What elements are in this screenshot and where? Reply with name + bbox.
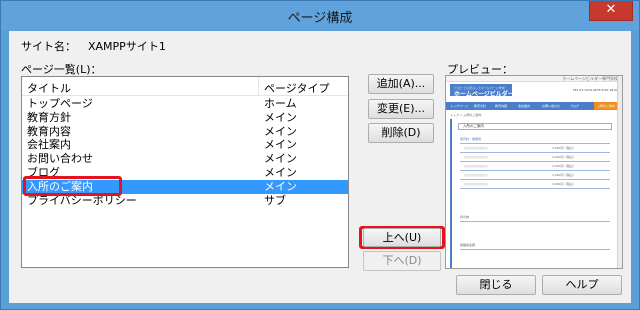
preview-table-cell: ○○○○○○○○○ [464, 155, 488, 159]
preview-nav: トップページ 教育方針 教育内容 会社案内 お問い合わせ ブログ 入所のご案内 [446, 102, 622, 110]
row-type: サブ [264, 193, 286, 207]
change-button[interactable]: 変更(E)... [368, 99, 434, 119]
row-type: メイン [264, 152, 297, 166]
table-row[interactable]: 教育内容 メイン [22, 125, 348, 139]
title-bar[interactable]: ページ構成 ✕ [1, 1, 639, 30]
preview-table-line [460, 143, 610, 144]
preview-table-cell: ○○○○○○○○○ [464, 182, 488, 186]
dialog-client-area: サイト名： XAMPPサイト1 ページ一覧(L)： タイトル ページタイプ トップ… [9, 31, 631, 303]
preview-breadcrumb: トップ > 入所のご案内 [450, 113, 482, 117]
preview-nav-item: お問い合わせ [542, 104, 561, 108]
preview-table-cell: ○○○○○○○○○ [464, 173, 488, 177]
help-button[interactable]: ヘルプ [542, 275, 622, 295]
row-type: メイン [264, 124, 297, 138]
preview-section-title: 持ち物 [460, 215, 470, 219]
row-title: 会社案内 [27, 138, 71, 152]
move-down-button[interactable]: 下へ(D) [363, 251, 441, 271]
preview-nav-item: 会社案内 [518, 104, 531, 108]
preview-table-line [460, 161, 610, 162]
site-name-row: サイト名： XAMPPサイト1 [21, 38, 166, 54]
table-row[interactable]: お問い合わせ メイン [22, 152, 348, 166]
preview-subheading: 保育料・諸費用 [460, 137, 482, 141]
row-type: メイン [264, 110, 297, 124]
row-title: 教育方針 [27, 110, 71, 124]
preview-nav-item: 教育方針 [474, 104, 487, 108]
preview-table-price: 3,000円（税込） [552, 164, 576, 168]
row-title: トップページ [27, 97, 93, 110]
preview-site-name: ホームページビルダー専門学校 [562, 76, 618, 81]
row-type: ホーム [264, 97, 297, 110]
preview-nav-item: トップページ [450, 104, 468, 108]
column-header-page-type[interactable]: ページタイプ [264, 80, 330, 96]
site-name-value: XAMPPサイト1 [88, 40, 166, 53]
row-title: 教育内容 [27, 124, 71, 138]
close-icon[interactable]: ✕ [589, 1, 633, 21]
page-structure-dialog: ページ構成 ✕ サイト名： XAMPPサイト1 ページ一覧(L)： タイトル ペー… [0, 0, 640, 310]
preview-table-cell: ○○○○○○○○○ [464, 164, 488, 168]
preview-heading: 入所のご案内 [458, 123, 612, 130]
column-header-title[interactable]: タイトル [27, 80, 71, 96]
preview-topbar: ホームページビルダー専門学校 [446, 76, 622, 82]
preview-content: 入所のご案内 保育料・諸費用 ○○○○○○○○○ 3,000円（税込） ○○○○… [450, 119, 612, 268]
preview-tel: TEL 03-1234-5678 9:00-18:00 [572, 88, 618, 92]
page-list[interactable]: タイトル ページタイプ トップページ ホーム 教育方針 メイン 教育内容 メイン 会社… [21, 76, 349, 268]
preview-table-price: 3,000円（税込） [552, 182, 576, 186]
column-divider[interactable] [258, 77, 259, 96]
row-title: お問い合わせ [27, 152, 93, 166]
preview-table-line [460, 188, 610, 189]
close-button[interactable]: 閉じる [456, 275, 536, 295]
preview-table-price: 3,000円（税込） [552, 146, 576, 150]
preview-section-title: 保護者会費 [460, 243, 476, 247]
preview-table-price: 3,000円（税込） [552, 155, 576, 159]
move-up-button[interactable]: 上へ(U) [363, 228, 441, 247]
preview-heading-text: 入所のご案内 [463, 124, 484, 128]
preview-nav-item: 入所のご案内 [597, 104, 616, 108]
preview-scrollbar[interactable] [617, 76, 622, 268]
row-type: メイン [264, 138, 297, 152]
preview-table-line [460, 170, 610, 171]
page-preview: ホームページビルダー専門学校 どなたでも安心してホームページ作成 ホームページビ… [445, 75, 623, 269]
preview-table-line [460, 179, 610, 180]
preview-logo: どなたでも安心してホームページ作成 ホームページビルダー専門学校 [450, 84, 538, 98]
page-list-header: タイトル ページタイプ [22, 77, 348, 96]
add-button[interactable]: 追加(A)... [368, 74, 434, 94]
preview-nav-item: 教育内容 [495, 104, 508, 108]
page-list-label: ページ一覧(L)： [21, 63, 102, 76]
preview-section-line [460, 249, 610, 250]
row-type: メイン [264, 179, 297, 193]
delete-button[interactable]: 削除(D) [368, 123, 434, 143]
window-title: ページ構成 [287, 11, 353, 26]
table-row[interactable]: トップページ ホーム [22, 97, 348, 111]
selected-row-highlight-box [23, 176, 122, 196]
site-name-label: サイト名： [21, 40, 76, 53]
preview-table-price: 3,000円（税込） [552, 173, 576, 177]
preview-table-line [460, 152, 610, 153]
preview-table-cell: ○○○○○○○○○ [464, 146, 488, 150]
preview-section-line [460, 221, 610, 222]
table-row[interactable]: 教育方針 メイン [22, 111, 348, 125]
table-row[interactable]: 会社案内 メイン [22, 138, 348, 152]
preview-logo-title: ホームページビルダー専門学校 [454, 91, 538, 98]
preview-nav-item: ブログ [570, 104, 580, 108]
row-type: メイン [264, 165, 297, 179]
